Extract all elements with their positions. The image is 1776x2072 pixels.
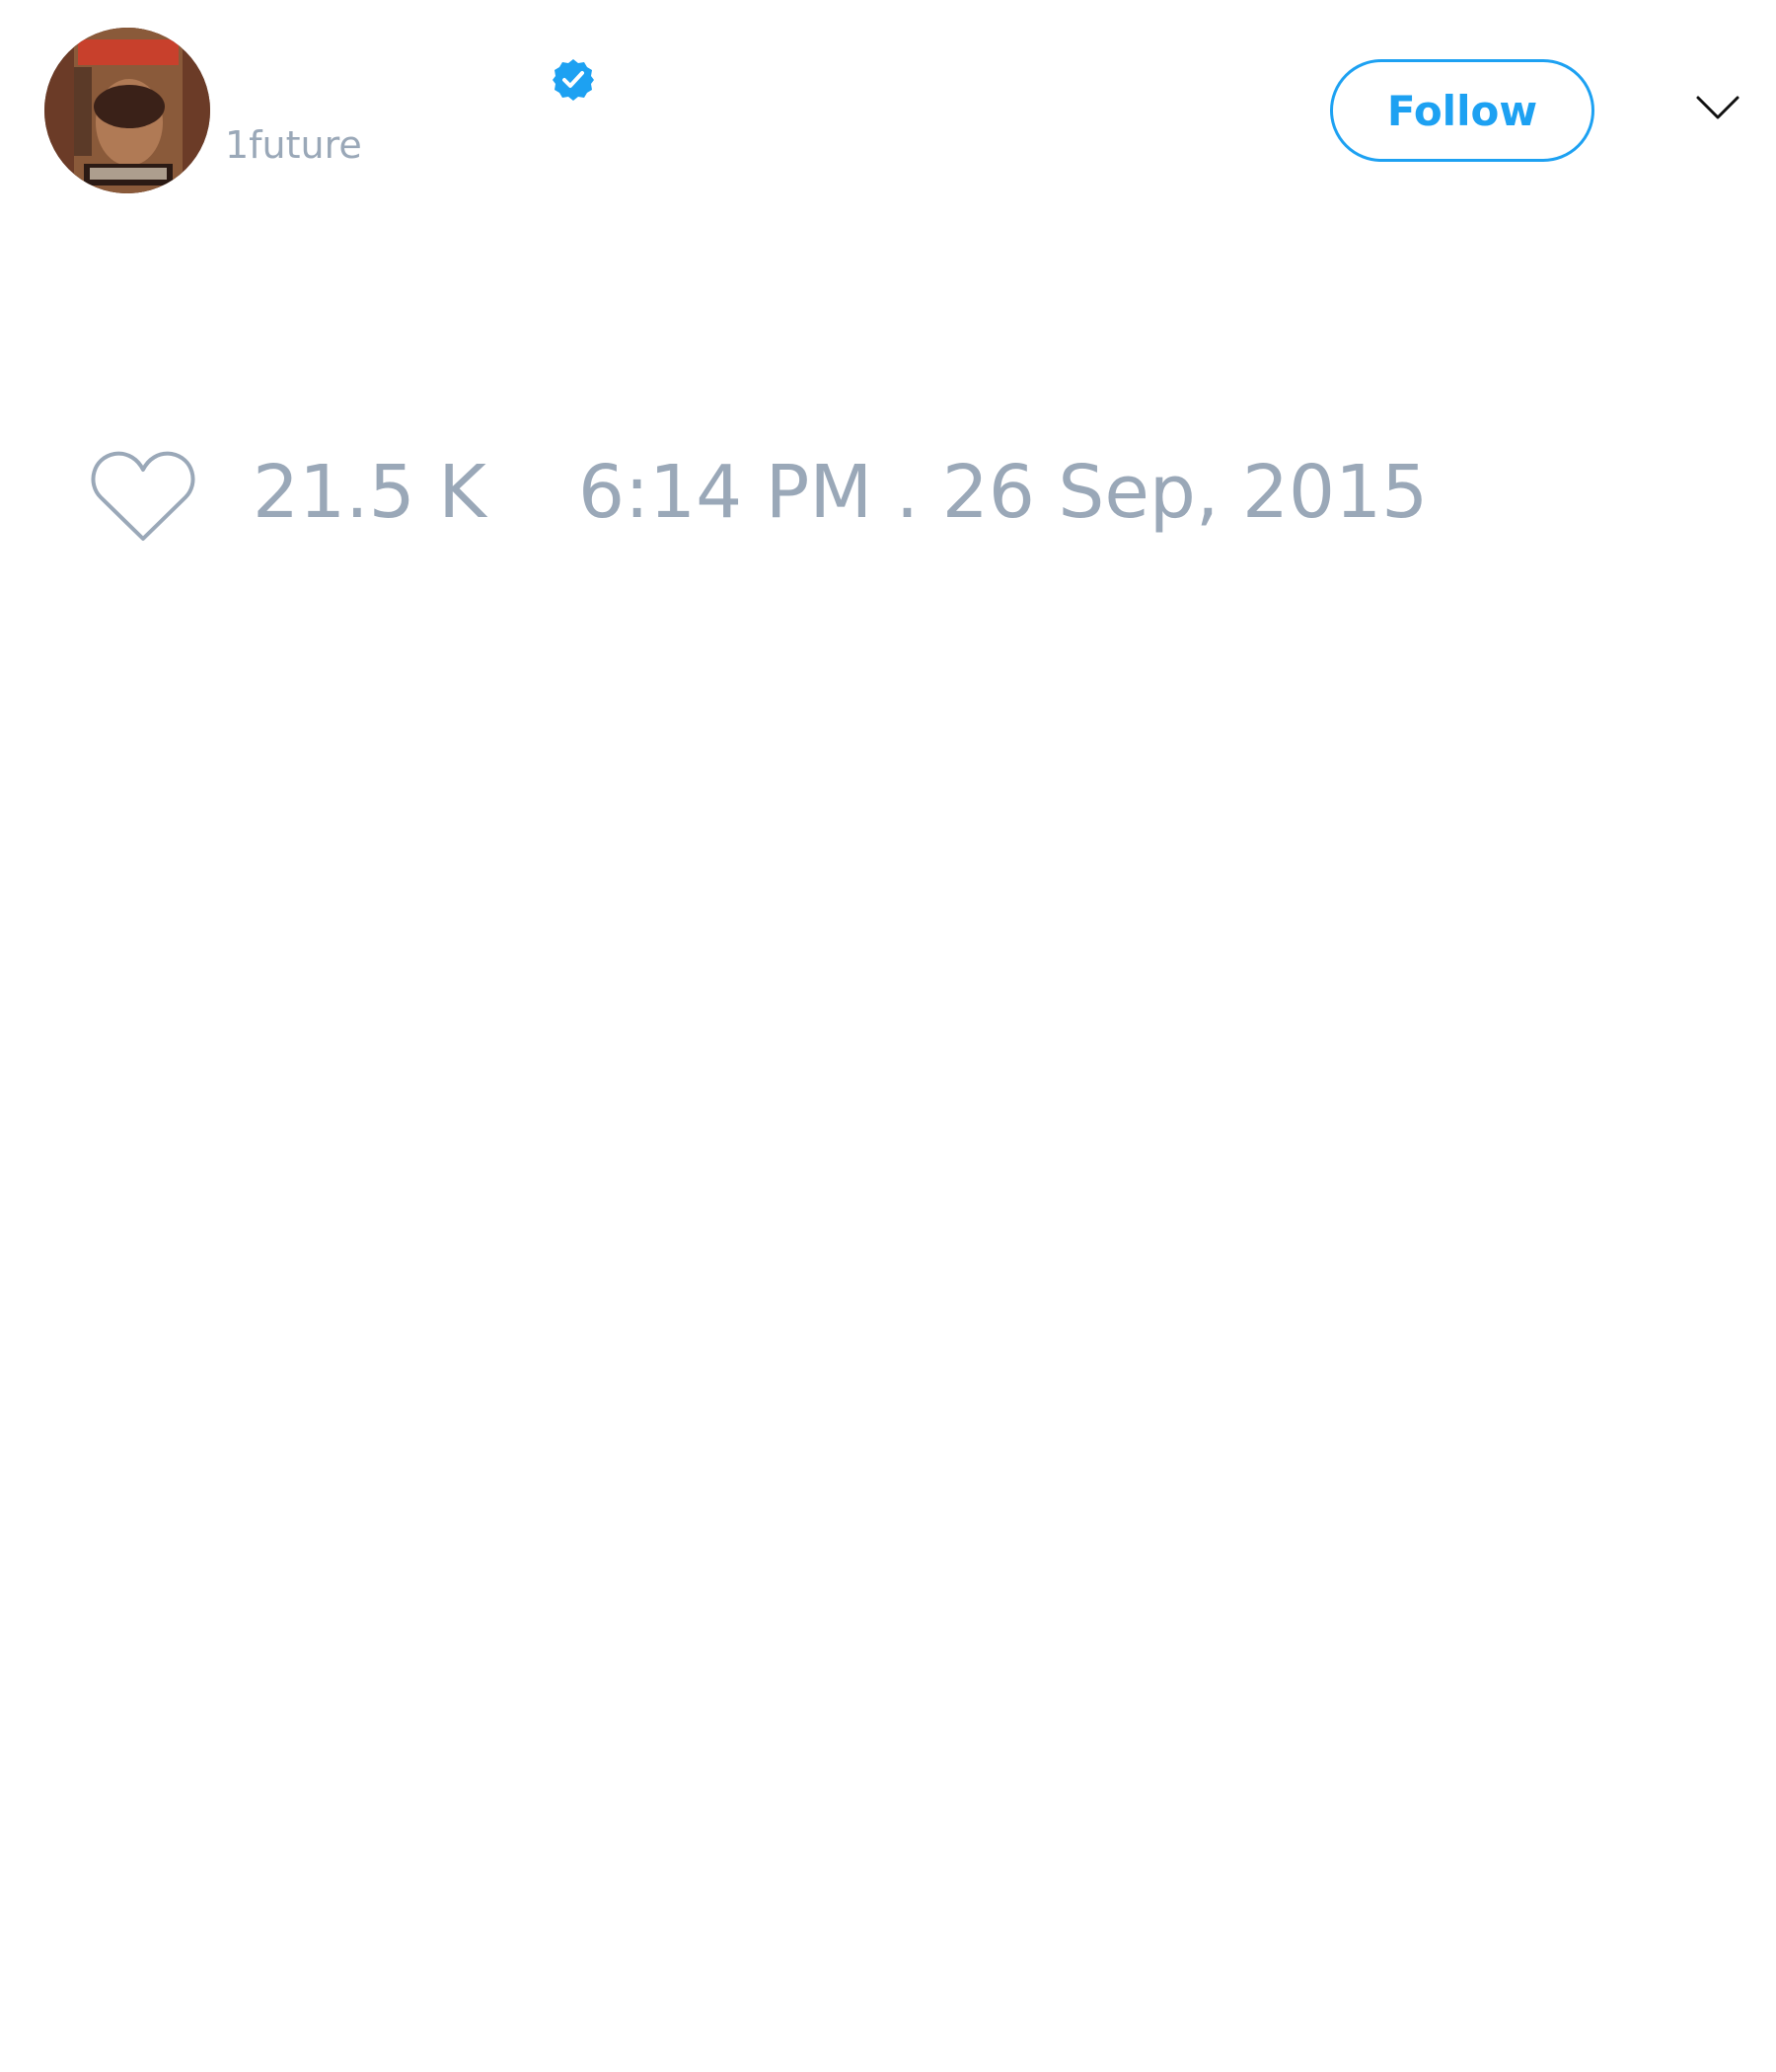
like-count: 21.5 K xyxy=(253,450,486,535)
verified-badge-icon xyxy=(553,59,594,101)
user-handle[interactable]: 1future xyxy=(225,126,362,164)
follow-button[interactable]: Follow xyxy=(1330,59,1594,162)
heart-icon[interactable] xyxy=(89,446,197,545)
tweet-timestamp[interactable]: 6:14 PM . 26 Sep, 2015 xyxy=(578,456,1428,529)
tweet-card: 1future Follow 21.5 K 6:14 PM . 26 Sep, … xyxy=(0,0,1776,2072)
chevron-down-icon[interactable] xyxy=(1695,93,1740,122)
follow-button-label: Follow xyxy=(1386,86,1538,135)
avatar[interactable] xyxy=(44,28,210,193)
avatar-image xyxy=(44,28,210,193)
